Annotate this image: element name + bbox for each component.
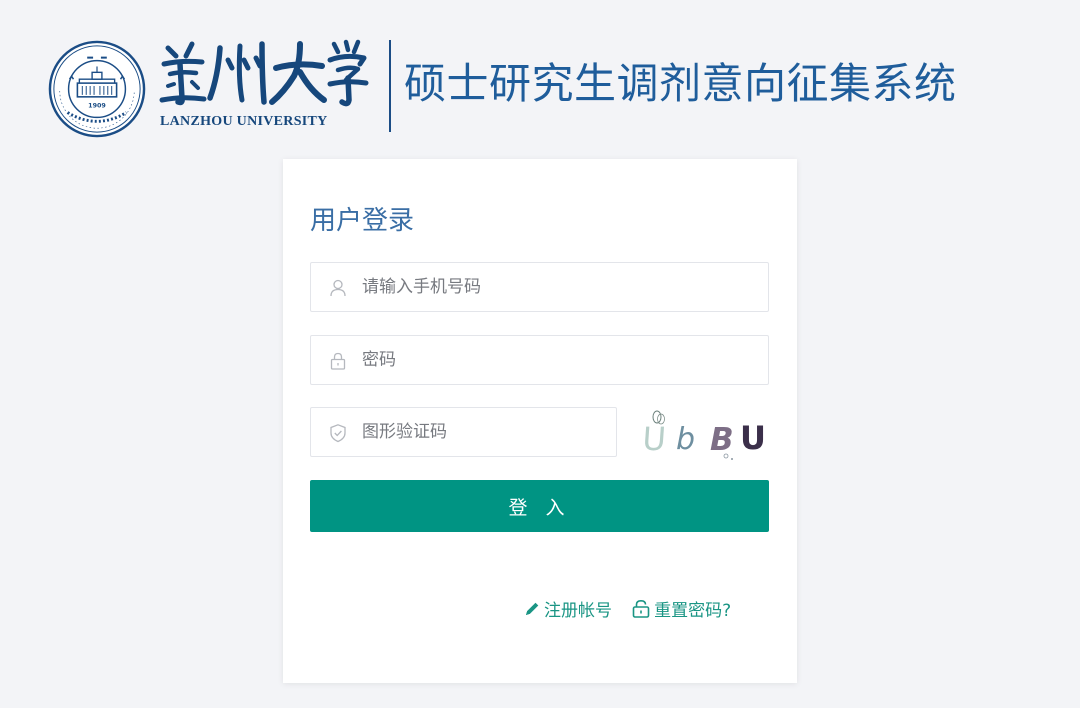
register-link[interactable]: 注册帐号: [523, 596, 612, 621]
system-title: 硕士研究生调剂意向征集系统: [404, 59, 957, 108]
university-seal-logo: 1909: [48, 40, 146, 138]
phone-field: [310, 262, 769, 312]
phone-input[interactable]: [362, 263, 757, 311]
captcha-input[interactable]: [362, 408, 602, 456]
captcha-char-4: U: [740, 419, 766, 457]
reset-password-label: 重置密码?: [654, 601, 732, 621]
site-header: 1909 LANZHOU UNIVERSITY 硕士研究生调剂意向征集系统: [0, 0, 1080, 150]
account-links: 注册帐号 重置密码?: [523, 596, 731, 621]
pencil-icon: [526, 602, 539, 615]
university-calligraphy-logo: [159, 39, 369, 107]
university-english-name: LANZHOU UNIVERSITY: [160, 114, 328, 129]
captcha-char-2: b: [676, 422, 695, 457]
shield-icon: [328, 423, 348, 443]
header-divider: [389, 40, 391, 132]
password-input[interactable]: [362, 336, 757, 384]
seal-year: 1909: [88, 102, 106, 110]
lock-icon: [328, 351, 348, 371]
unlock-icon: [632, 599, 650, 618]
captcha-image[interactable]: U b B U: [640, 403, 772, 463]
user-icon: [328, 278, 348, 298]
login-card: 用户登录 请输入手机号码 图形验证码 U b B U 登 入 注册帐号 重置密码…: [283, 159, 797, 683]
captcha-char-1: U: [641, 420, 667, 458]
reset-password-link[interactable]: 重置密码?: [631, 596, 731, 621]
register-label: 注册帐号: [544, 601, 612, 621]
captcha-field: [310, 407, 617, 457]
captcha-char-3: B: [710, 422, 734, 458]
password-field: [310, 335, 769, 385]
login-title: 用户登录: [310, 206, 415, 236]
login-button[interactable]: 登 入: [310, 480, 769, 532]
